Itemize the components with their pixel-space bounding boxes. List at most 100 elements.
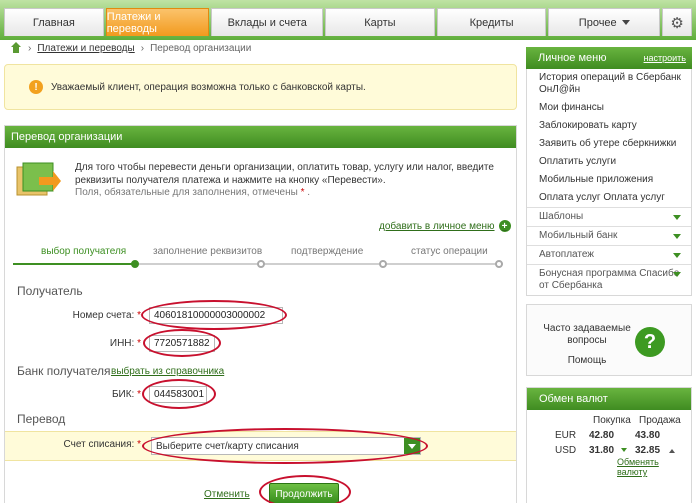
rate-down-icon bbox=[621, 448, 627, 452]
breadcrumb-current: Перевод организации bbox=[150, 42, 252, 54]
debit-account-select[interactable]: Выберите счет/карту списания bbox=[151, 437, 421, 455]
help-link[interactable]: Помощь bbox=[537, 355, 637, 366]
menu-item-lost-passbook[interactable]: Заявить об утере сберкнижки bbox=[527, 135, 691, 153]
breadcrumb-payments[interactable]: Платежи и переводы bbox=[37, 43, 134, 54]
intro-text: Для того чтобы перевести деньги организа… bbox=[75, 162, 494, 186]
transfer-section-title: Перевод bbox=[17, 412, 66, 426]
step-confirm: подтверждение bbox=[291, 246, 364, 257]
exchange-currency-link[interactable]: Обменять валюту bbox=[617, 457, 691, 477]
debit-label: Счет списания: * bbox=[45, 439, 141, 450]
step-dot bbox=[495, 260, 503, 268]
sell-rate: 32.85 bbox=[635, 445, 661, 456]
select-from-directory-link[interactable]: выбрать из справочника bbox=[111, 366, 224, 377]
warning-icon: ! bbox=[29, 80, 43, 94]
chevron-down-icon bbox=[673, 234, 681, 239]
menu-group-templates[interactable]: Шаблоны bbox=[527, 207, 691, 226]
menu-item-pay-services[interactable]: Оплатить услуги bbox=[527, 153, 691, 171]
step-dot bbox=[131, 260, 139, 268]
top-navigation: Главная Платежи и переводы Вклады и счет… bbox=[0, 0, 696, 40]
tab-label: Прочее bbox=[578, 16, 617, 29]
continue-button[interactable]: Продолжить bbox=[269, 483, 339, 503]
menu-group-bonus[interactable]: Бонусная программа Спасибо от Сбербанка bbox=[527, 264, 691, 295]
personal-menu: Личное меню настроить История операций в… bbox=[526, 47, 692, 296]
inn-label-text: ИНН: bbox=[109, 338, 135, 349]
currency-exchange: Обмен валют Покупка Продажа EUR 42.80 43… bbox=[526, 387, 692, 503]
progress-track-done bbox=[13, 263, 135, 265]
currency-code: USD bbox=[555, 445, 577, 456]
rate-up-icon bbox=[669, 449, 675, 453]
faq-box[interactable]: Часто задаваемые вопросы Помощь ? bbox=[526, 304, 692, 376]
required-mark: * bbox=[137, 310, 141, 321]
bik-label: БИК: * bbox=[45, 389, 141, 400]
bik-label-text: БИК: bbox=[111, 389, 135, 400]
recipient-section-title: Получатель bbox=[17, 284, 83, 298]
exchange-row-eur: EUR 42.80 43.80 bbox=[527, 430, 693, 444]
menu-group-label: Шаблоны bbox=[539, 211, 584, 222]
tab-label: Кредиты bbox=[469, 16, 514, 29]
personal-menu-list: История операций в Сбербанк ОнЛ@йн Мои ф… bbox=[526, 69, 692, 296]
plus-icon: + bbox=[498, 220, 511, 232]
required-mark: * bbox=[137, 389, 141, 400]
transfer-panel: Перевод организации Для того чтобы перев… bbox=[4, 125, 517, 503]
add-to-personal-menu-link[interactable]: добавить в личное меню + bbox=[379, 220, 511, 232]
menu-item-block-card[interactable]: Заблокировать карту bbox=[527, 117, 691, 135]
notice-text: Уважаемый клиент, операция возможна толь… bbox=[51, 81, 366, 93]
chevron-down-icon[interactable] bbox=[404, 438, 420, 454]
menu-group-mobile-bank[interactable]: Мобильный банк bbox=[527, 226, 691, 245]
buy-rate: 42.80 bbox=[589, 430, 615, 441]
tab-label: Вклады и счета bbox=[227, 16, 307, 29]
exchange-header: Обмен валют bbox=[527, 388, 691, 410]
bank-section-title: Банк получателя bbox=[17, 364, 111, 378]
tab-credits[interactable]: Кредиты bbox=[436, 8, 547, 36]
bik-input[interactable]: 044583001 bbox=[149, 386, 207, 403]
tab-label: Платежи и переводы bbox=[106, 10, 161, 35]
account-label-text: Номер счета: bbox=[72, 310, 135, 321]
step-status: статус операции bbox=[411, 246, 488, 257]
buy-rate: 31.80 bbox=[589, 445, 615, 456]
required-mark: * bbox=[137, 439, 141, 450]
chevron-down-icon bbox=[673, 215, 681, 220]
progress-steps: выбор получателя заполнение реквизитов п… bbox=[13, 246, 503, 268]
chevron-down-icon bbox=[673, 272, 681, 277]
help-icon[interactable]: ? bbox=[635, 327, 665, 357]
home-icon[interactable] bbox=[10, 42, 22, 54]
step-dot bbox=[379, 260, 387, 268]
required-note-text: Поля, обязательные для заполнения, отмеч… bbox=[75, 187, 298, 198]
exchange-title: Обмен валют bbox=[539, 393, 608, 405]
gear-icon[interactable]: ⚙ bbox=[662, 8, 692, 36]
account-number-input[interactable]: 40601810000003000002 bbox=[149, 307, 283, 324]
menu-group-label: Мобильный банк bbox=[539, 230, 618, 241]
breadcrumb: › Платежи и переводы › Перевод организац… bbox=[10, 40, 251, 56]
sell-header: Продажа bbox=[639, 415, 681, 426]
inn-label: ИНН: * bbox=[45, 338, 141, 349]
breadcrumb-separator-icon: › bbox=[140, 42, 145, 54]
required-mark: * bbox=[137, 338, 141, 349]
tab-payments[interactable]: Платежи и переводы bbox=[105, 8, 210, 36]
panel-title: Перевод организации bbox=[5, 126, 516, 148]
tab-deposits[interactable]: Вклады и счета bbox=[211, 8, 324, 36]
step-select-recipient: выбор получателя bbox=[41, 246, 127, 257]
chevron-down-icon bbox=[621, 20, 630, 25]
personal-menu-title: Личное меню bbox=[538, 52, 607, 64]
tab-cards[interactable]: Карты bbox=[325, 8, 435, 36]
buy-header: Покупка bbox=[593, 415, 631, 426]
menu-item-history[interactable]: История операций в Сбербанк ОнЛ@йн bbox=[527, 69, 691, 99]
faq-text: Часто задаваемые вопросы bbox=[543, 323, 631, 346]
tab-home[interactable]: Главная bbox=[4, 8, 104, 36]
menu-group-label: Бонусная программа Спасибо от Сбербанка bbox=[539, 268, 680, 291]
menu-group-autopayment[interactable]: Автоплатеж bbox=[527, 245, 691, 264]
money-transfer-icon bbox=[16, 162, 61, 196]
tab-other[interactable]: Прочее bbox=[548, 8, 661, 36]
menu-group-label: Автоплатеж bbox=[539, 249, 594, 260]
cancel-button[interactable]: Отменить bbox=[204, 489, 250, 500]
debit-label-text: Счет списания: bbox=[63, 439, 135, 450]
add-to-menu-label: добавить в личное меню bbox=[379, 220, 495, 232]
configure-link[interactable]: настроить bbox=[644, 53, 686, 63]
menu-item-service-payment[interactable]: Оплата услуг Оплата услуг bbox=[527, 189, 691, 207]
step-fill-details: заполнение реквизитов bbox=[153, 246, 263, 257]
required-note: Поля, обязательные для заполнения, отмеч… bbox=[75, 187, 311, 198]
step-dot bbox=[257, 260, 265, 268]
menu-item-finances[interactable]: Мои финансы bbox=[527, 99, 691, 117]
inn-input[interactable]: 7720571882 bbox=[149, 335, 215, 352]
menu-item-mobile-apps[interactable]: Мобильные приложения bbox=[527, 171, 691, 189]
